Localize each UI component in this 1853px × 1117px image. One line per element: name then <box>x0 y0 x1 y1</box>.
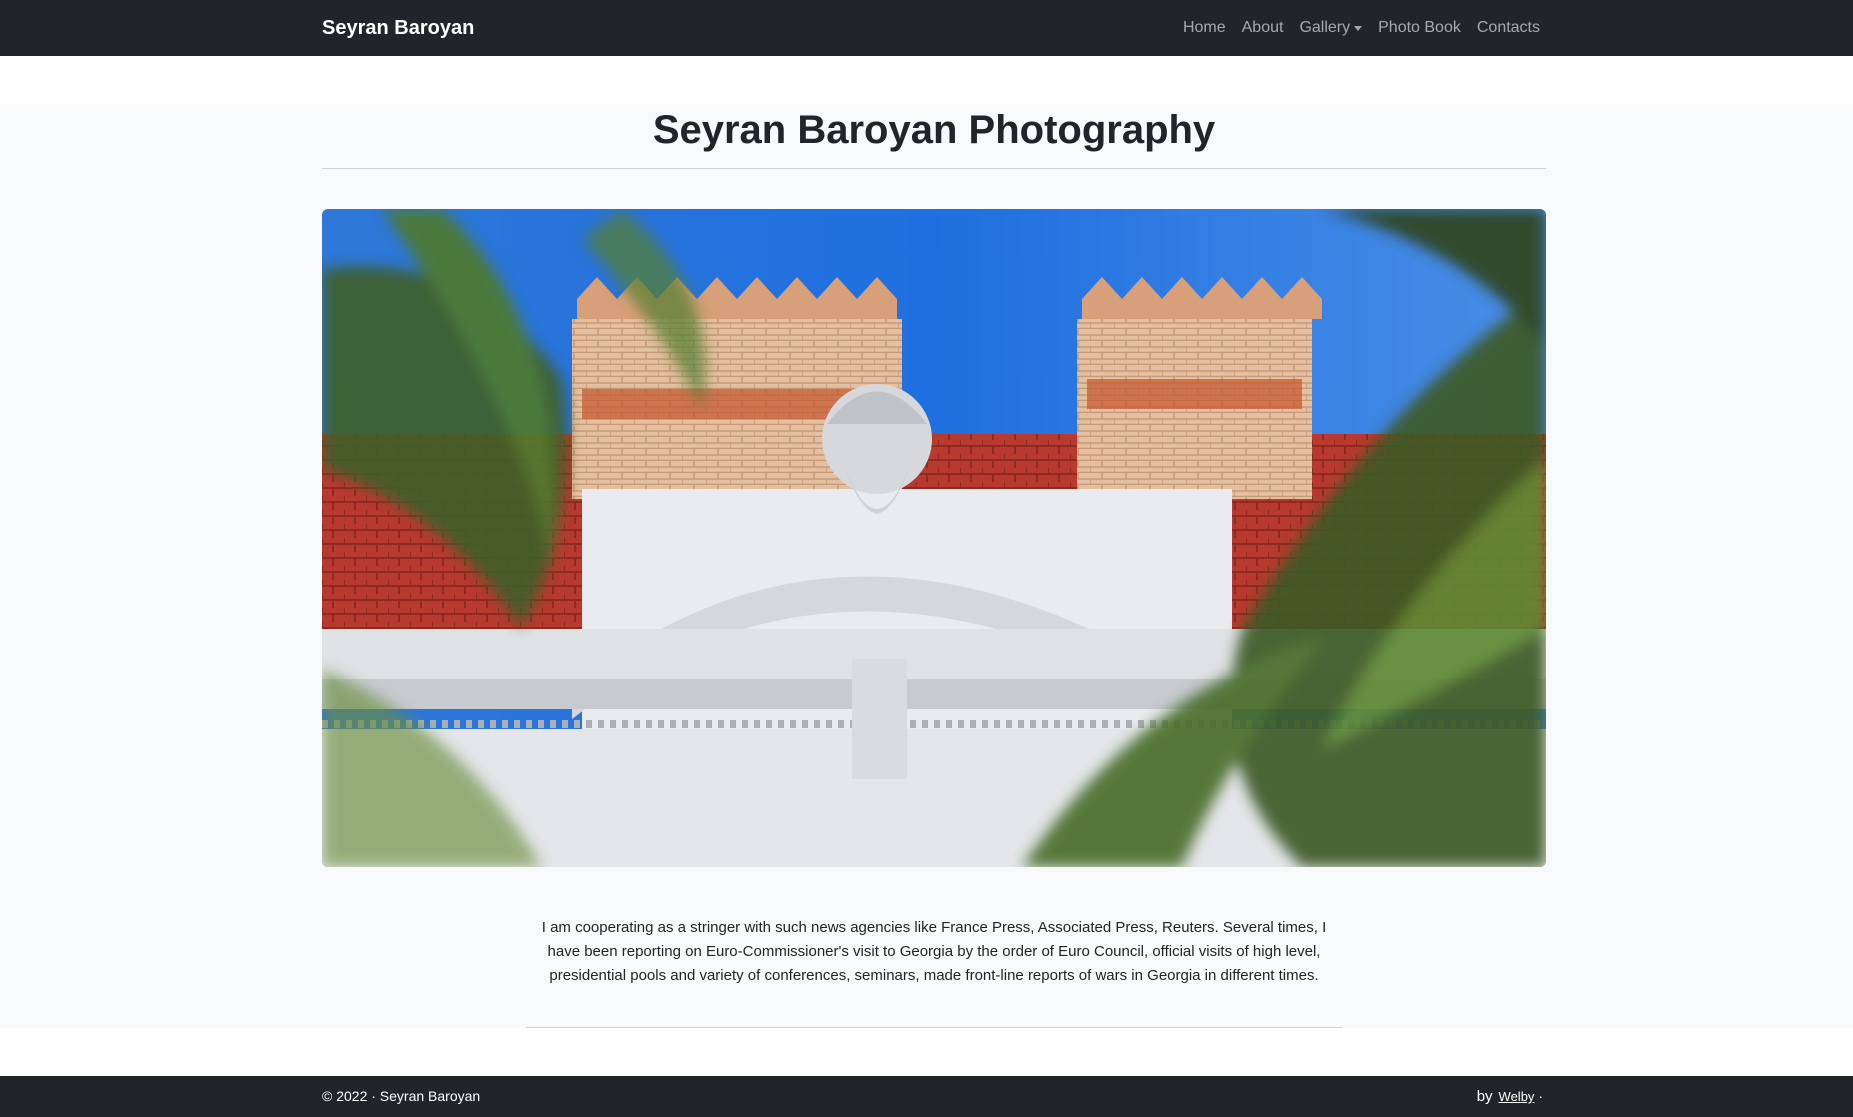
nav-item-photo-book: Photo Book <box>1378 19 1461 37</box>
title-divider <box>322 168 1546 169</box>
footer-credit: by Welby · <box>1477 1076 1543 1117</box>
nav-link-about[interactable]: About <box>1242 19 1284 37</box>
nav-link-home[interactable]: Home <box>1183 19 1226 37</box>
nav-item-about: About <box>1242 19 1284 37</box>
nav-item-contacts: Contacts <box>1477 19 1540 37</box>
nav-link-gallery-label: Gallery <box>1299 19 1351 36</box>
footer-credit-link[interactable]: Welby <box>1499 1089 1535 1104</box>
main-section: Seyran Baroyan Photography I am cooperat… <box>0 104 1853 1028</box>
page-title: Seyran Baroyan Photography <box>652 108 1216 152</box>
about-divider <box>526 1027 1342 1028</box>
brand-link[interactable]: Seyran Baroyan <box>322 0 474 56</box>
top-navbar: Seyran Baroyan Home About Gallery Photo … <box>0 0 1853 56</box>
footer-by-label: by <box>1476 1088 1493 1105</box>
nav-item-home: Home <box>1183 19 1226 37</box>
caret-down-icon <box>1354 25 1363 31</box>
nav-link-contacts[interactable]: Contacts <box>1477 19 1540 37</box>
nav-link-photo-book[interactable]: Photo Book <box>1378 19 1461 37</box>
hero-image <box>322 209 1546 867</box>
nav-item-gallery: Gallery <box>1299 19 1363 37</box>
main-nav: Home About Gallery Photo Book Contacts <box>1183 0 1540 56</box>
footer-separator: · <box>1538 1088 1543 1104</box>
nav-link-gallery-dropdown[interactable]: Gallery <box>1299 19 1363 37</box>
footer-copyright: © 2022 · Seyran Baroyan <box>322 1088 481 1104</box>
about-paragraph: I am cooperating as a stringer with such… <box>541 919 1327 984</box>
footer: © 2022 · Seyran Baroyan by Welby · <box>0 1076 1853 1117</box>
